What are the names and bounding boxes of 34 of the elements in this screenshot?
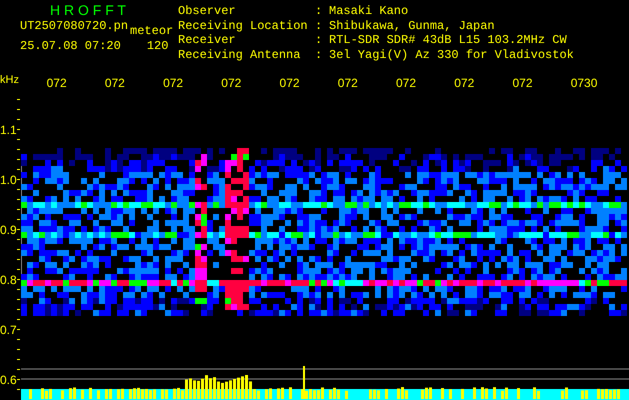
frequency-label: 0.9	[0, 222, 17, 239]
time-label: 072	[46, 76, 67, 90]
count: 120	[146, 39, 168, 54]
time-label: 0730	[570, 76, 598, 90]
time-label: 072	[280, 76, 300, 90]
time-label: 072	[396, 76, 416, 90]
info-separator: :	[315, 4, 324, 18]
info-separator: :	[315, 48, 324, 62]
info-value: Shibukawa, Gunma, Japan	[329, 18, 495, 33]
time-label: 072	[163, 76, 184, 90]
detection-type: meteor	[130, 24, 174, 39]
info-value: RTL-SDR SDR# 43dB L15 103.2MHz CW	[329, 33, 567, 48]
frequency-label: 0.8	[0, 272, 17, 289]
info-label: Observer	[178, 4, 237, 18]
time-label: 072	[104, 76, 125, 90]
frequency-label: 1.0	[0, 172, 17, 189]
time-label: 072	[454, 76, 474, 90]
frequency-label: 0.6	[0, 372, 17, 389]
info-label: Receiver	[178, 33, 237, 48]
info-label: Receiving Location	[178, 18, 309, 33]
timestamp: 25.07.08 07:20	[20, 39, 121, 54]
info-separator: :	[315, 18, 324, 33]
info-value: Masaki Kano	[329, 4, 408, 18]
app-title: H R O F F T	[49, 2, 127, 19]
file-name: UT2507080720.pn	[20, 19, 128, 34]
axis-unit: kHz	[0, 74, 20, 86]
frequency-label: 1.1	[0, 122, 17, 139]
info-separator: :	[315, 33, 324, 48]
time-label: 072	[221, 76, 242, 90]
info-value: 3el Yagi(V) Az 330 for Vladivostok	[329, 48, 574, 62]
frequency-label: 0.7	[0, 322, 17, 339]
time-label: 072	[512, 76, 532, 90]
info-label: Receiving Antenna	[178, 48, 302, 62]
time-label: 072	[338, 76, 358, 90]
